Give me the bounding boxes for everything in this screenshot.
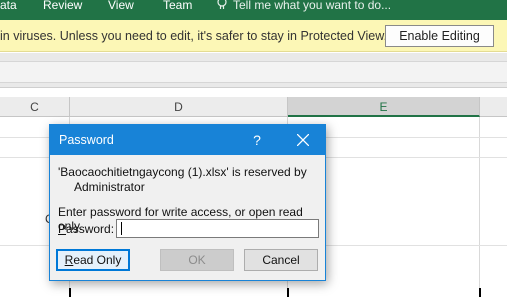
cancel-button[interactable]: Cancel	[244, 249, 318, 271]
cell-border	[287, 288, 289, 297]
formula-bar[interactable]	[0, 61, 507, 83]
tab-team[interactable]: Team	[163, 0, 192, 11]
password-label-rest: assword:	[66, 222, 115, 236]
formula-bar-area	[0, 53, 507, 88]
lightbulb-icon	[217, 0, 227, 9]
password-label: Password:	[58, 222, 114, 236]
cell-border	[479, 288, 481, 297]
column-header-e[interactable]: E	[288, 97, 480, 117]
close-button[interactable]	[288, 125, 318, 155]
sheet-gap	[0, 88, 507, 97]
reserved-message: 'Baocaochitietngaycong (1).xlsx' is rese…	[58, 165, 307, 179]
password-label-accel: P	[58, 222, 67, 236]
column-header-d[interactable]: D	[70, 97, 288, 117]
ok-button[interactable]: OK	[160, 249, 234, 271]
read-only-accel: R	[64, 253, 74, 267]
close-icon	[297, 134, 309, 146]
text-caret	[121, 222, 122, 235]
tell-me-search[interactable]: Tell me what you want to do...	[233, 0, 391, 11]
read-only-rest: ead Only	[73, 253, 122, 267]
protected-view-bar: in viruses. Unless you need to edit, it'…	[0, 20, 507, 52]
column-header-c[interactable]: C	[0, 97, 70, 117]
enable-editing-button[interactable]: Enable Editing	[385, 25, 494, 47]
tab-view[interactable]: View	[108, 0, 134, 11]
password-dialog: Password ? 'Baocaochitietngaycong (1).xl…	[49, 124, 326, 281]
password-input[interactable]	[116, 219, 319, 238]
tab-data[interactable]: ata	[0, 0, 17, 11]
reserved-by-user: Administrator	[74, 180, 145, 194]
dialog-title: Password	[59, 133, 114, 147]
column-header-f[interactable]	[480, 97, 507, 117]
ribbon-tab-bar: ata Review View Team Tell me what you wa…	[0, 0, 507, 20]
tab-review[interactable]: Review	[43, 0, 82, 11]
dialog-titlebar[interactable]: Password ?	[50, 125, 325, 155]
cell-border	[69, 288, 71, 297]
read-only-button[interactable]: Read Only	[56, 249, 130, 271]
help-button[interactable]: ?	[248, 125, 266, 155]
protected-view-message: in viruses. Unless you need to edit, it'…	[0, 29, 388, 43]
